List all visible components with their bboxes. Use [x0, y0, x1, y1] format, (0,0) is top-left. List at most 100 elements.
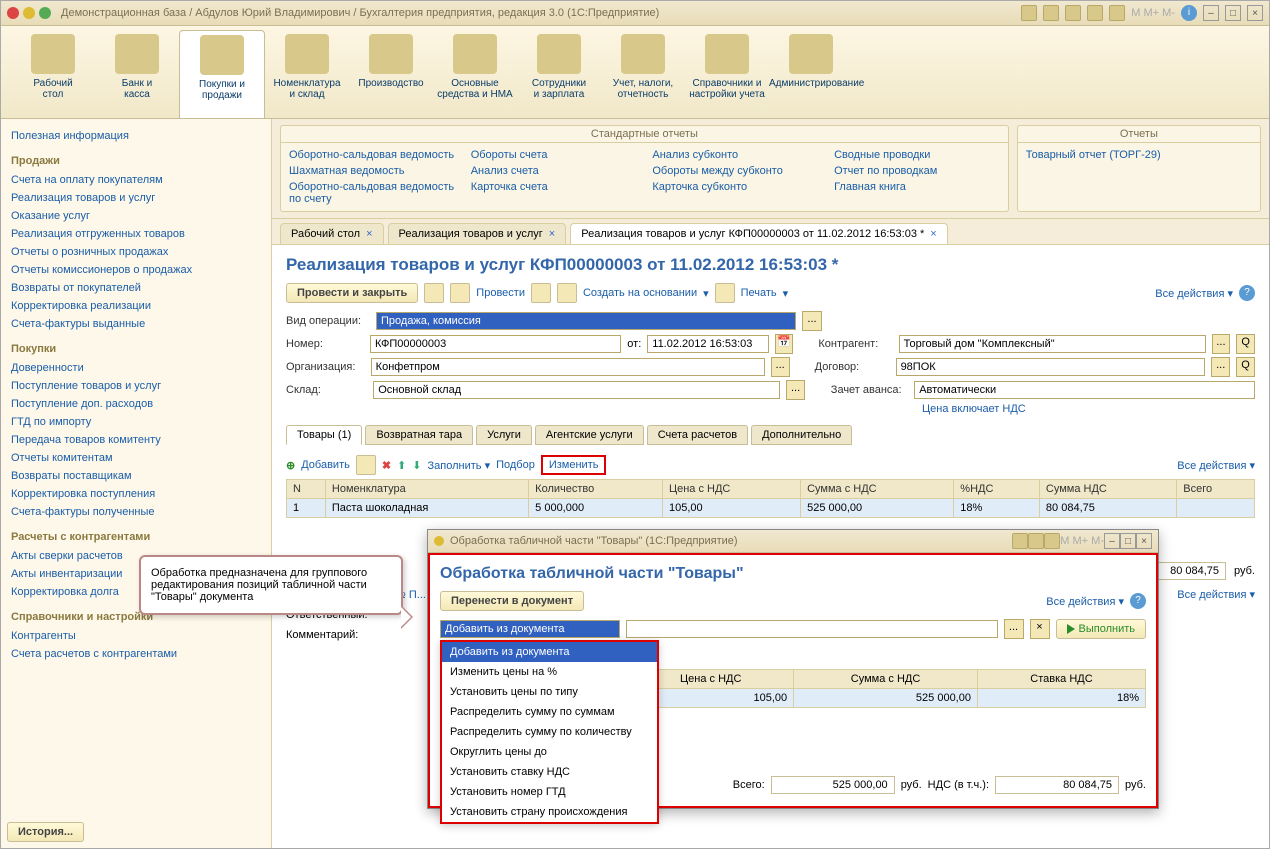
wh-select-button[interactable]: ... — [786, 380, 805, 400]
doc-tab[interactable]: Реализация товаров и услуг КФП00000003 о… — [570, 223, 948, 244]
star-icon[interactable] — [1065, 5, 1081, 21]
grid-cell[interactable]: 525 000,00 — [801, 499, 954, 518]
col-header[interactable]: N — [287, 480, 326, 499]
doc-ref-select[interactable]: ... — [1004, 619, 1024, 639]
dropdown-option[interactable]: Изменить цены на % — [442, 662, 657, 682]
sub-tab[interactable]: Товары (1) — [286, 425, 362, 445]
grid-cell[interactable]: 105,00 — [662, 499, 800, 518]
goods-table[interactable]: NНоменклатураКоличествоЦена с НДССумма с… — [286, 479, 1255, 518]
col-header[interactable]: Цена с НДС — [662, 480, 800, 499]
toolbar-item-7[interactable]: Учет, налоги, отчетность — [601, 30, 685, 118]
dog-input[interactable]: 98ПОК — [896, 358, 1206, 376]
save-icon[interactable] — [1021, 5, 1037, 21]
op-select-button[interactable]: ... — [802, 311, 822, 331]
org-select-button[interactable]: ... — [771, 357, 790, 377]
dlg-min-button[interactable]: – — [1104, 533, 1120, 549]
dlg-grid-cell[interactable]: 18% — [977, 689, 1145, 708]
report-link[interactable]: Анализ счета — [471, 163, 637, 179]
dlg-help-icon[interactable]: ? — [1130, 593, 1146, 609]
dlg-max-button[interactable]: □ — [1120, 533, 1136, 549]
close-button[interactable]: × — [1247, 5, 1263, 21]
toolbar-item-3[interactable]: Номенклатура и склад — [265, 30, 349, 118]
vat-link[interactable]: Цена включает НДС — [922, 403, 1026, 415]
report-link[interactable]: Обороты между субконто — [652, 163, 818, 179]
report-link[interactable]: Главная книга — [834, 179, 1000, 195]
toolbar-item-8[interactable]: Справочники и настройки учета — [685, 30, 769, 118]
report-link[interactable]: Товарный отчет (ТОРГ-29) — [1026, 147, 1252, 163]
doc-tab[interactable]: Реализация товаров и услуг× — [388, 223, 567, 244]
tab-close-icon[interactable]: × — [366, 228, 372, 240]
grid-cell[interactable]: Паста шоколадная — [325, 499, 528, 518]
grid-cell[interactable] — [1177, 499, 1255, 518]
save-doc-icon[interactable] — [424, 283, 444, 303]
history-button[interactable]: История... — [7, 822, 84, 842]
transfer-button[interactable]: Перенести в документ — [440, 591, 584, 611]
date-picker-button[interactable]: 📅 — [775, 334, 794, 354]
dt-kt-icon[interactable] — [531, 283, 551, 303]
dlg-close-button[interactable]: × — [1136, 533, 1152, 549]
report-link[interactable]: Оборотно-сальдовая ведомость — [289, 147, 455, 163]
all-actions-link[interactable]: Все действия ▾ — [1155, 287, 1233, 300]
report-link[interactable]: Обороты счета — [471, 147, 637, 163]
dropdown-option[interactable]: Распределить сумму по количеству — [442, 722, 657, 742]
dog-select-button[interactable]: ... — [1211, 357, 1230, 377]
sidebar-item[interactable]: Отчеты о розничных продажах — [11, 243, 261, 261]
dropdown-option[interactable]: Установить номер ГТД — [442, 782, 657, 802]
fill-button[interactable]: Заполнить ▾ — [428, 459, 491, 472]
contr-input[interactable]: Торговый дом "Комплексный" — [899, 335, 1206, 353]
col-header[interactable]: Сумма с НДС — [801, 480, 954, 499]
dropdown-option[interactable]: Добавить из документа — [442, 642, 657, 662]
toolbar-item-5[interactable]: Основные средства и НМА — [433, 30, 517, 118]
table-all-actions[interactable]: Все действия ▾ — [1177, 459, 1255, 472]
tab-close-icon[interactable]: × — [930, 228, 936, 240]
up-icon[interactable]: ⬆ — [397, 459, 406, 472]
toolbar-item-4[interactable]: Производство — [349, 30, 433, 118]
dropdown-option[interactable]: Округлить цены до — [442, 742, 657, 762]
post-link[interactable]: Провести — [476, 287, 525, 299]
print-link[interactable]: Печать — [741, 287, 777, 299]
wh-input[interactable]: Основной склад — [373, 381, 780, 399]
add-row-icon[interactable]: ⊕ — [286, 459, 295, 472]
toolbar-item-6[interactable]: Сотрудники и зарплата — [517, 30, 601, 118]
sidebar-item[interactable]: ГТД по импорту — [11, 413, 261, 431]
sidebar-item[interactable]: Реализация товаров и услуг — [11, 189, 261, 207]
contr-open-button[interactable]: Q — [1236, 334, 1255, 354]
post-icon[interactable] — [450, 283, 470, 303]
action-dropdown[interactable]: Добавить из документа Добавить из докуме… — [440, 620, 620, 638]
grid-cell[interactable]: 5 000,000 — [529, 499, 663, 518]
dropdown-option[interactable]: Установить страну происхождения — [442, 802, 657, 822]
sidebar-useful-info[interactable]: Полезная информация — [11, 127, 261, 145]
sidebar-item[interactable]: Оказание услуг — [11, 207, 261, 225]
calc-icon[interactable] — [1087, 5, 1103, 21]
maximize-button[interactable]: □ — [1225, 5, 1241, 21]
sidebar-item[interactable]: Корректировка реализации — [11, 297, 261, 315]
dlg-col-header[interactable]: Сумма с НДС — [794, 670, 978, 689]
report-link[interactable]: Оборотно-сальдовая ведомость по счету — [289, 179, 455, 207]
sidebar-item[interactable]: Счета на оплату покупателям — [11, 171, 261, 189]
sidebar-item[interactable]: Поступление доп. расходов — [11, 395, 261, 413]
delete-row-icon[interactable]: ✖ — [382, 459, 391, 472]
col-header[interactable]: Всего — [1177, 480, 1255, 499]
footer-all-actions[interactable]: Все действия ▾ — [1177, 588, 1255, 601]
change-button[interactable]: Изменить — [541, 455, 607, 475]
num-input[interactable]: КФП00000003 — [370, 335, 621, 353]
pick-button[interactable]: Подбор — [496, 459, 535, 471]
calendar-icon[interactable] — [1109, 5, 1125, 21]
sidebar-item[interactable]: Доверенности — [11, 359, 261, 377]
dlg-calendar-icon[interactable] — [1044, 533, 1060, 549]
report-link[interactable]: Сводные проводки — [834, 147, 1000, 163]
sub-tab[interactable]: Дополнительно — [751, 425, 852, 445]
doc-ref-clear[interactable]: × — [1030, 619, 1050, 639]
print-icon[interactable] — [1043, 5, 1059, 21]
dlg-all-actions[interactable]: Все действия ▾ — [1046, 595, 1124, 608]
op-input[interactable]: Продажа, комиссия — [376, 312, 796, 330]
toolbar-item-9[interactable]: Администрирование — [769, 30, 853, 118]
help-icon[interactable]: i — [1181, 5, 1197, 21]
col-header[interactable]: %НДС — [954, 480, 1040, 499]
sub-tab[interactable]: Счета расчетов — [647, 425, 748, 445]
create-on-link[interactable]: Создать на основании — [583, 287, 697, 299]
toolbar-item-2[interactable]: Покупки и продажи — [179, 30, 265, 118]
dlg-star-icon[interactable] — [1012, 533, 1028, 549]
sidebar-item[interactable]: Отчеты комиссионеров о продажах — [11, 261, 261, 279]
sidebar-item[interactable]: Передача товаров комитенту — [11, 431, 261, 449]
